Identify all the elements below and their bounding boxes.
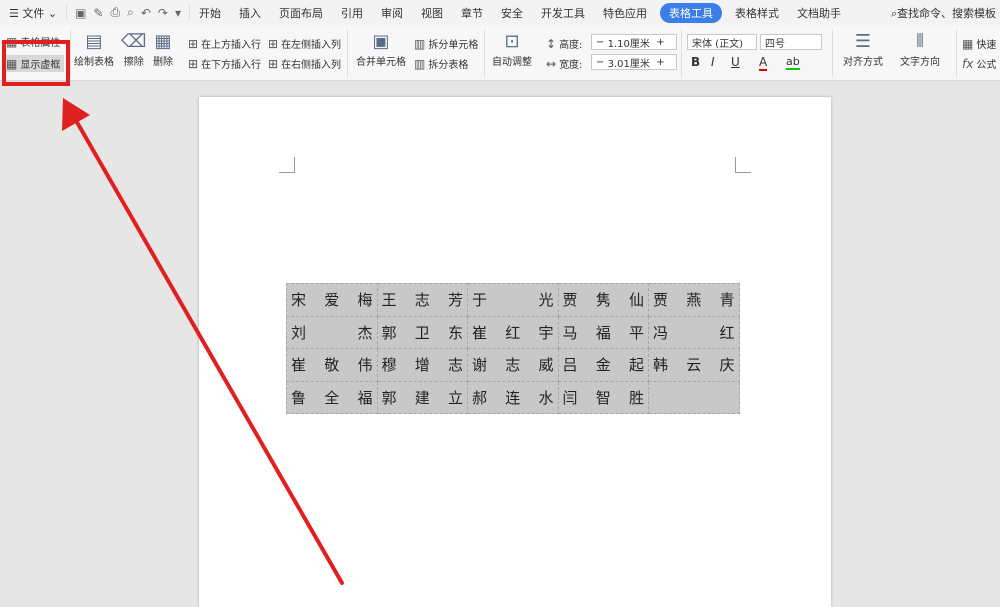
red-arrow <box>62 98 344 585</box>
arrow-head <box>62 98 90 131</box>
arrow-shaft <box>72 115 344 585</box>
